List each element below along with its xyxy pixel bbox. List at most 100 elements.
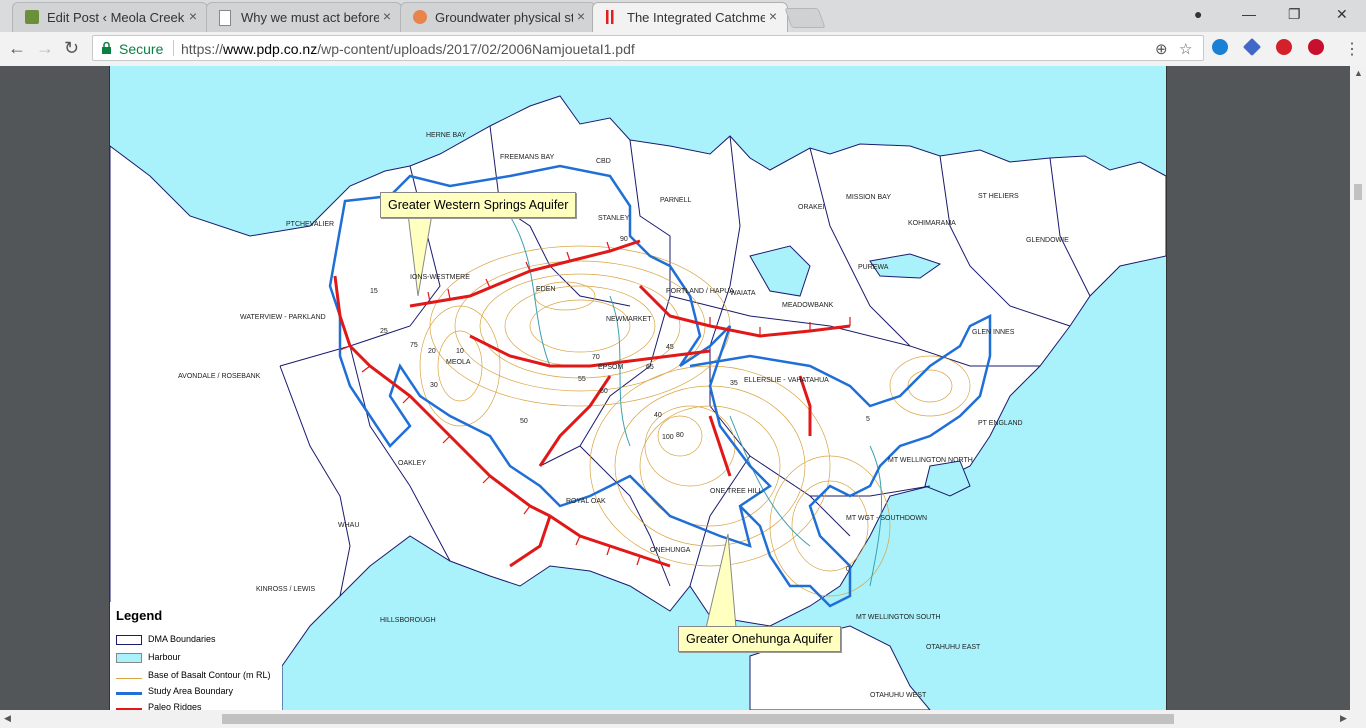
- menu-icon[interactable]: ⋮: [1344, 39, 1360, 59]
- contour-label: 5: [866, 416, 870, 423]
- url-text[interactable]: https://www.pdp.co.nz/wp-content/uploads…: [181, 41, 635, 57]
- place-label-kinross-lewis: KINROSS / LEWIS: [256, 586, 316, 593]
- legend-item-paleo-ridges: Paleo Ridges: [116, 702, 202, 710]
- place-label-otahuhu-east: OTAHUHU EAST: [926, 644, 981, 651]
- contour-label: 45: [666, 344, 674, 351]
- legend-item-dma: DMA Boundaries: [116, 634, 216, 645]
- contour-label: 0: [846, 566, 850, 573]
- place-label-oakley: OAKLEY: [398, 460, 427, 467]
- url-path: /wp-content/uploads/2017/02/2006Namjouet…: [317, 41, 635, 57]
- hp-icon[interactable]: [1212, 39, 1228, 55]
- back-button[interactable]: ←: [8, 38, 26, 59]
- place-label-stanley: STANLEY: [598, 215, 630, 222]
- address-bar[interactable]: Secure https://www.pdp.co.nz/wp-content/…: [92, 35, 1204, 61]
- callout-western-springs-aquifer: Greater Western Springs Aquifer: [380, 192, 577, 218]
- secure-label: Secure: [119, 41, 164, 57]
- contour-swatch: [116, 673, 142, 679]
- new-tab-button[interactable]: [784, 8, 826, 28]
- place-label-herne-bay: HERNE BAY: [426, 132, 466, 139]
- place-label-onehunga: ONEHUNGA: [650, 547, 691, 554]
- place-label-freemans-bay: FREEMANS BAY: [500, 154, 555, 161]
- close-icon[interactable]: ×: [383, 8, 391, 24]
- pdf-page: HERNE BAY FREEMANS BAY CBD PARNELL STANL…: [109, 66, 1167, 710]
- contour-label: 40: [654, 412, 662, 419]
- star-icon[interactable]: ☆: [1179, 40, 1192, 58]
- place-label-parnell: PARNELL: [660, 197, 692, 204]
- contour-label: 100: [662, 434, 674, 441]
- close-icon[interactable]: ×: [577, 8, 585, 24]
- restore-button[interactable]: ❐: [1288, 6, 1301, 23]
- minimize-button[interactable]: —: [1242, 6, 1256, 22]
- pdf-icon: [605, 10, 615, 24]
- zoom-icon[interactable]: ⊕: [1155, 40, 1168, 58]
- horizontal-scroll-thumb[interactable]: [222, 714, 1174, 724]
- legend-title: Legend: [116, 608, 163, 623]
- place-label-avondale-rosebank: AVONDALE / ROSEBANK: [178, 373, 261, 380]
- contour-label: 75: [410, 342, 418, 349]
- legend-label: Base of Basalt Contour (m RL): [148, 670, 271, 680]
- contour-label: 60: [600, 388, 608, 395]
- place-label-otahuhu-west: OTAHUHU WEST: [870, 692, 927, 699]
- vertical-scrollbar[interactable]: ▲: [1350, 66, 1366, 710]
- harbour-swatch: [116, 652, 142, 663]
- extension-icon[interactable]: [1242, 37, 1262, 57]
- place-label-pt-england: PT ENGLAND: [978, 420, 1023, 427]
- vertical-scroll-thumb[interactable]: [1354, 184, 1362, 200]
- scroll-left-icon[interactable]: ◀: [4, 713, 11, 724]
- legend-label: Paleo Ridges: [148, 702, 202, 710]
- tab-groundwater[interactable]: Groundwater physical sta ×: [400, 2, 596, 32]
- place-label-mt-wellington-north: MT WELLINGTON NORTH: [888, 457, 973, 464]
- place-label-royal-oak: ROYAL OAK: [566, 498, 606, 505]
- place-label-hillsborough: HILLSBOROUGH: [380, 617, 436, 624]
- place-label-mt-wellington-south: MT WELLINGTON SOUTH: [856, 614, 941, 621]
- place-label-portland-hapua: PORTLAND / HAPUA: [666, 288, 734, 295]
- url-scheme: https://: [181, 41, 224, 57]
- scroll-up-icon[interactable]: ▲: [1354, 68, 1363, 78]
- contour-label: 25: [380, 328, 388, 335]
- place-label-meadowbank: MEADOWBANK: [782, 302, 834, 309]
- place-label-mission-bay: MISSION BAY: [846, 194, 891, 201]
- legend-item-study-area: Study Area Boundary: [116, 686, 233, 696]
- place-label-epsom: EPSOM: [598, 364, 624, 371]
- place-label-purewa: PUREWA: [858, 264, 889, 271]
- legend-item-contour: Base of Basalt Contour (m RL): [116, 670, 271, 680]
- contour-label: 50: [520, 418, 528, 425]
- contour-label: 15: [370, 288, 378, 295]
- orange-dot-icon: [413, 10, 427, 24]
- url-host: www.pdp.co.nz: [223, 41, 318, 57]
- place-label-mt-wgt-southdown: MT WGT - SOUTHDOWN: [846, 515, 928, 522]
- tab-title: The Integrated Catchmen: [627, 10, 765, 25]
- tab-integrated-catchment[interactable]: The Integrated Catchmen ×: [592, 2, 788, 32]
- place-label-waiata: WAIATA: [730, 290, 756, 297]
- account-icon[interactable]: ●: [1194, 6, 1202, 22]
- place-label-kohimarama: KOHIMARAMA: [908, 220, 956, 227]
- close-window-button[interactable]: ✕: [1336, 6, 1348, 23]
- scroll-right-icon[interactable]: ▶: [1340, 713, 1347, 724]
- dma-swatch: [116, 634, 142, 645]
- forward-button[interactable]: →: [36, 38, 54, 59]
- tab-edit-post[interactable]: Edit Post ‹ Meola Creek – ×: [12, 2, 208, 32]
- place-label-ptchevalier: PTCHEVALIER: [286, 221, 335, 228]
- pinterest-icon[interactable]: [1276, 39, 1292, 55]
- lastpass-icon[interactable]: [1308, 39, 1324, 55]
- tab-why-we-must-act[interactable]: Why we must act before ×: [206, 2, 402, 32]
- contour-label: 10: [456, 348, 464, 355]
- place-label-meola: MEOLA: [446, 359, 471, 366]
- contour-label: 35: [730, 380, 738, 387]
- contour-label: 55: [578, 376, 586, 383]
- tab-title: Why we must act before: [241, 10, 379, 25]
- place-label-st-heliers: ST HELIERS: [978, 193, 1019, 200]
- contour-label: 65: [646, 364, 654, 371]
- horizontal-scrollbar[interactable]: ◀ ▶: [0, 710, 1366, 728]
- place-label-glen-innes: GLEN INNES: [972, 329, 1015, 336]
- place-label-cbd: CBD: [596, 158, 611, 165]
- toolbar: ← → ↻ Secure https://www.pdp.co.nz/wp-co…: [0, 32, 1366, 67]
- pdf-viewer[interactable]: HERNE BAY FREEMANS BAY CBD PARNELL STANL…: [0, 66, 1350, 710]
- legend-item-harbour: Harbour: [116, 652, 181, 663]
- reload-button[interactable]: ↻: [64, 38, 79, 59]
- contour-label: 80: [676, 432, 684, 439]
- omnibox-separator: [173, 40, 174, 56]
- close-icon[interactable]: ×: [769, 8, 777, 24]
- contour-label: 20: [428, 348, 436, 355]
- close-icon[interactable]: ×: [189, 8, 197, 24]
